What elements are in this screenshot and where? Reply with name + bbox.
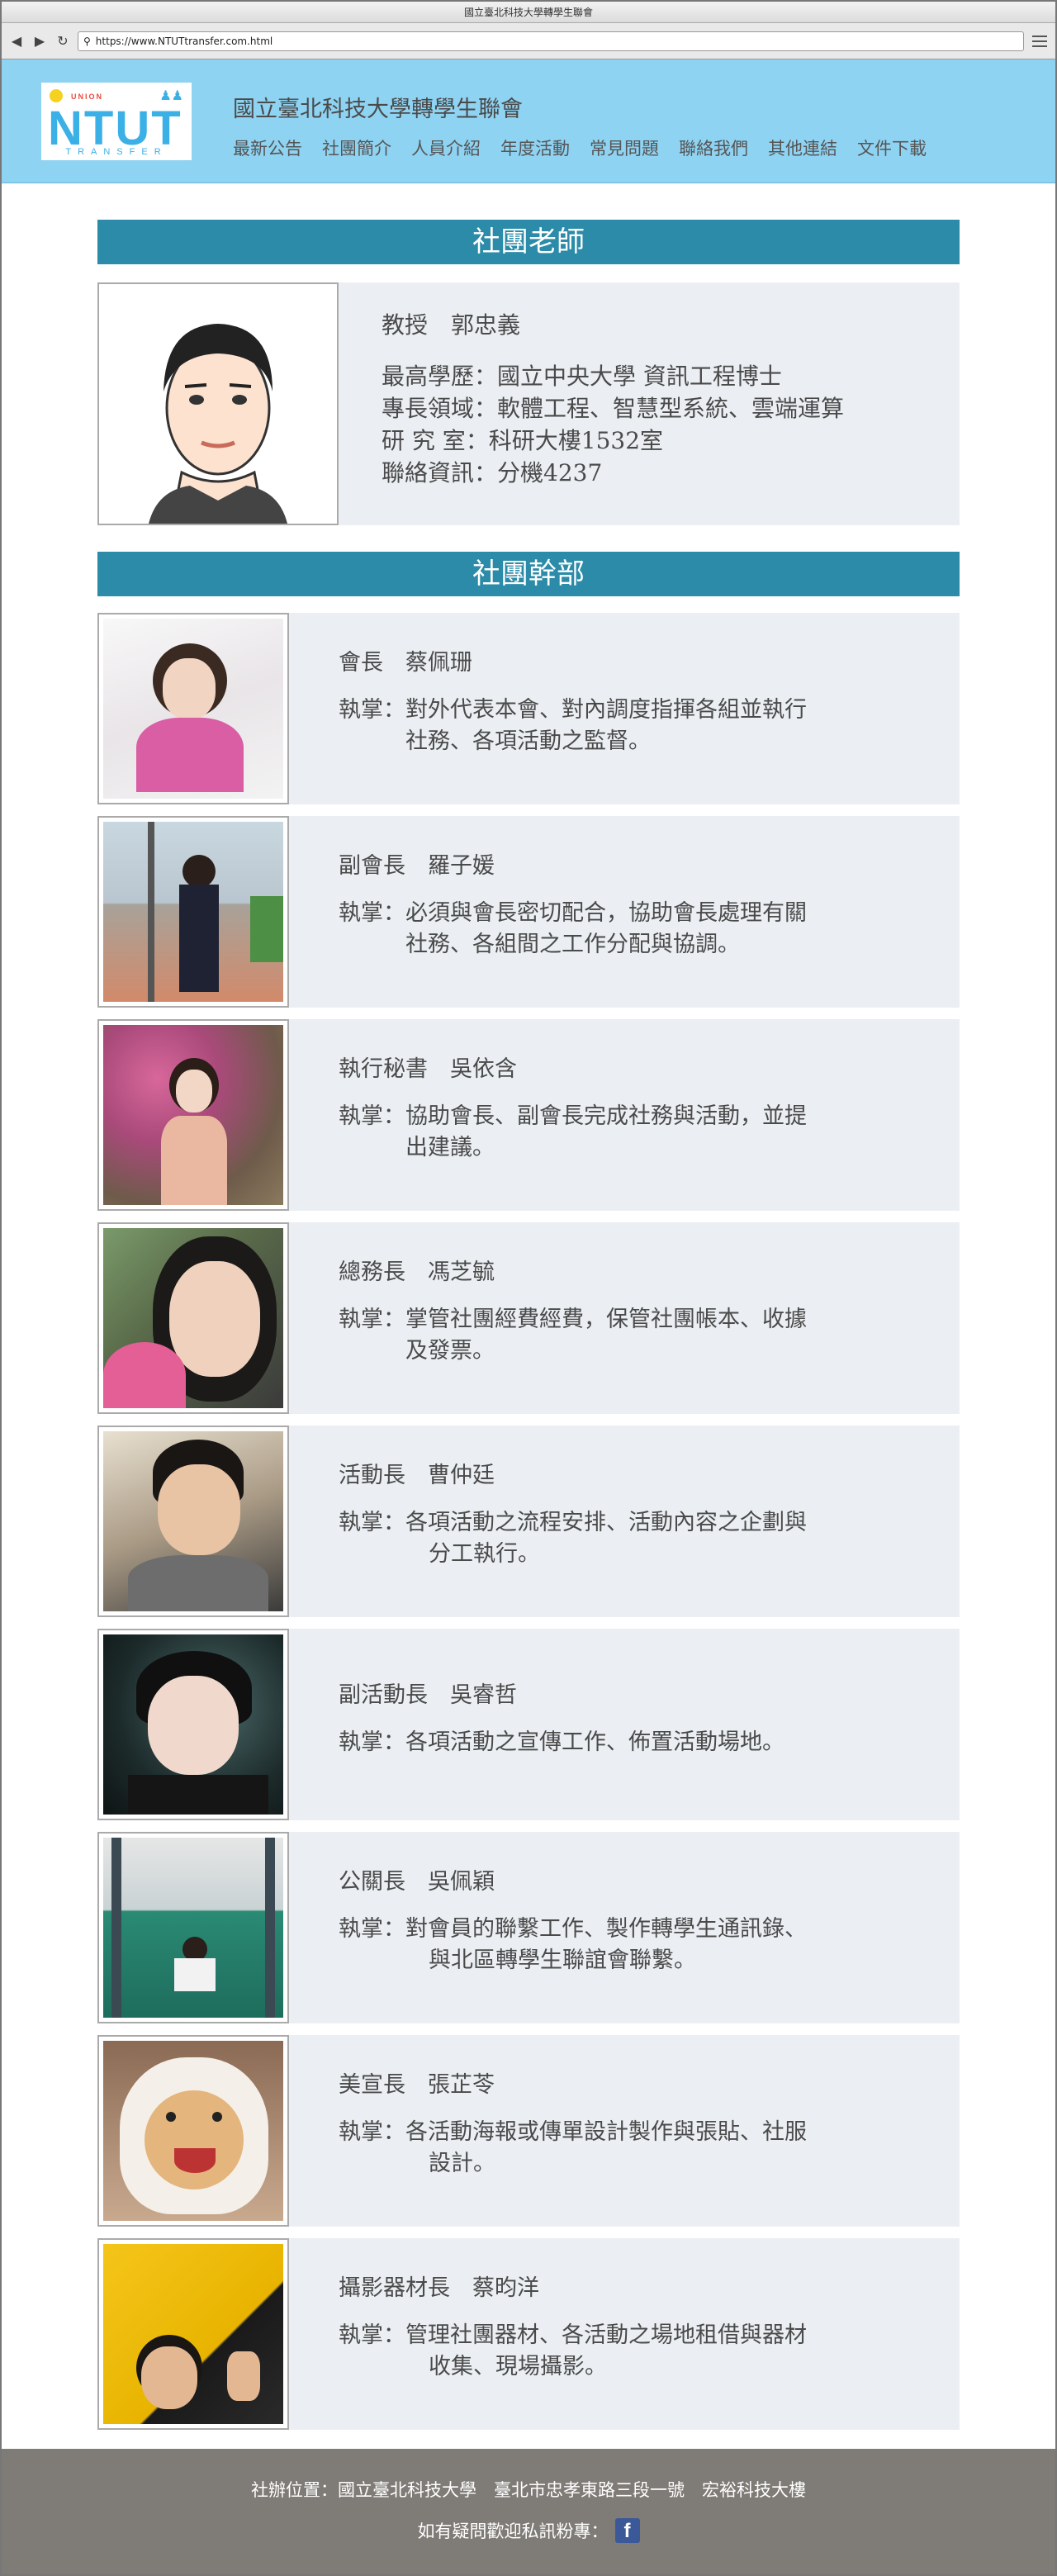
site-logo[interactable]: UNION ♟♟ NTUT TRANSFER — [41, 83, 192, 160]
duty-label: 執掌： — [339, 1307, 405, 1332]
duty-line-2: 社務、各組間之工作分配與協調。 — [405, 932, 740, 957]
facebook-icon[interactable]: f — [614, 2518, 640, 2543]
staff-photo — [97, 1019, 289, 1211]
duty-label: 執掌： — [339, 1103, 405, 1129]
teacher-expertise: 專長領域：軟體工程、智慧型系統、雲端運算 — [382, 395, 845, 422]
staff-card: 副會長 羅子媛 執掌： 必須與會長密切配合，協助會長處理有關 社務、各組間之工作分配與… — [97, 816, 960, 1008]
staff-card: 執行秘書 吳依含 執掌： 協助會長、副會長完成社務與活動，並提 出建議。 — [97, 1019, 960, 1211]
duty-line-2: 與北區轉學生聯誼會聯繫。 — [429, 1947, 696, 1973]
teacher-card: 教授 郭忠義 最高學歷：國立中央大學 資訊工程博士 專長領域：軟體工程、智慧型系… — [97, 282, 960, 525]
nav-item-contact[interactable]: 聯絡我們 — [679, 135, 748, 160]
logo-sub-text: TRANSFER — [65, 147, 168, 157]
nav-item-about[interactable]: 社團簡介 — [322, 135, 391, 160]
duty-line-1: 各活動海報或傳單設計製作與張貼、社服 — [405, 2119, 807, 2145]
staff-title: 會長 蔡佩珊 — [339, 650, 472, 676]
staff-card: 會長 蔡佩珊 執掌： 對外代表本會、對內調度指揮各組並執行 社務、各項活動之監督。 — [97, 613, 960, 804]
nav-item-events[interactable]: 年度活動 — [500, 135, 570, 160]
duty-label: 執掌： — [339, 2322, 405, 2348]
teacher-education: 最高學歷：國立中央大學 資訊工程博士 — [382, 363, 782, 390]
duty-label: 執掌： — [339, 697, 405, 723]
nav-item-members[interactable]: 人員介紹 — [411, 135, 481, 160]
main-content: 社團老師 教授 郭忠義 最高學歷：國立中央大學 資訊工程博士 專長領域：軟體工程… — [97, 183, 960, 2430]
staff-title: 副活動長 吳睿哲 — [339, 1682, 517, 1708]
duty-line-1: 對會員的聯繫工作、製作轉學生通訊錄、 — [405, 1916, 807, 1942]
reload-icon[interactable]: ↻ — [55, 33, 71, 50]
browser-toolbar: ◀ ▶ ↻ ⚲ https://www.NTUTtransfer.com.htm… — [2, 23, 1055, 59]
footer-contact: 如有疑問歡迎私訊粉專： f — [2, 2518, 1055, 2543]
teacher-info: 教授 郭忠義 最高學歷：國立中央大學 資訊工程博士 專長領域：軟體工程、智慧型系… — [339, 282, 844, 525]
site-footer: 社辦位置：國立臺北科技大學 臺北市忠孝東路三段一號 宏裕科技大樓 如有疑問歡迎私… — [2, 2449, 1055, 2574]
staff-photo — [97, 1222, 289, 1414]
staff-card: 活動長 曹仲廷 執掌： 各項活動之流程安排、活動內容之企劃與分工執行。 — [97, 1426, 960, 1617]
staff-photo — [97, 1426, 289, 1617]
staff-photo — [97, 1629, 289, 1820]
staff-list: 會長 蔡佩珊 執掌： 對外代表本會、對內調度指揮各組並執行 社務、各項活動之監督。 副… — [97, 613, 960, 2430]
staff-photo — [97, 613, 289, 804]
hamburger-menu-icon[interactable] — [1031, 33, 1049, 50]
duty-line-1: 對外代表本會、對內調度指揮各組並執行 — [405, 697, 807, 723]
staff-card: 副活動長 吳睿哲 執掌： 各項活動之宣傳工作、佈置活動場地。 — [97, 1629, 960, 1820]
staff-photo — [97, 1832, 289, 2023]
nav-item-links[interactable]: 其他連結 — [768, 135, 837, 160]
staff-title: 總務長 馮芝毓 — [339, 1260, 495, 1285]
url-text: https://www.NTUTtransfer.com.html — [95, 35, 273, 47]
forward-icon[interactable]: ▶ — [31, 33, 48, 50]
staff-card: 公關長 吳佩穎 執掌： 對會員的聯繫工作、製作轉學生通訊錄、與北區轉學生聯誼會聯繫。 — [97, 1832, 960, 2023]
duty-line-2: 設計。 — [429, 2151, 495, 2176]
footer-address: 社辦位置：國立臺北科技大學 臺北市忠孝東路三段一號 宏裕科技大樓 — [251, 2480, 806, 2500]
main-nav: 最新公告 社團簡介 人員介紹 年度活動 常見問題 聯絡我們 其他連結 文件下載 — [233, 135, 946, 160]
staff-card: 攝影器材長 蔡昀洋 執掌： 管理社團器材、各活動之場地租借與器材收集、現場攝影。 — [97, 2238, 960, 2430]
duty-label: 執掌： — [339, 2119, 405, 2145]
teacher-avatar — [97, 282, 339, 525]
duty-line-2: 社務、各項活動之監督。 — [405, 728, 651, 754]
staff-title: 公關長 吳佩穎 — [339, 1869, 495, 1895]
window-title: 國立臺北科技大學轉學生聯會 — [2, 2, 1055, 23]
site-title: 國立臺北科技大學轉學生聯會 — [233, 97, 523, 122]
teacher-contact: 聯絡資訊：分機4237 — [382, 459, 603, 486]
duty-line-1: 各項活動之流程安排、活動內容之企劃與 — [405, 1510, 807, 1535]
duty-line-2: 分工執行。 — [429, 1541, 540, 1567]
search-icon: ⚲ — [83, 35, 91, 47]
teacher-name: 教授 郭忠義 — [382, 311, 521, 339]
staff-title: 攝影器材長 蔡昀洋 — [339, 2275, 539, 2301]
staff-photo — [97, 816, 289, 1008]
staff-title: 副會長 羅子媛 — [339, 853, 495, 879]
staff-title: 活動長 曹仲廷 — [339, 1463, 495, 1488]
staff-card: 美宣長 張芷苓 執掌： 各活動海報或傳單設計製作與張貼、社服設計。 — [97, 2035, 960, 2227]
duty-label: 執掌： — [339, 900, 405, 926]
teacher-office: 研 究 室：科研大樓1532室 — [382, 427, 664, 454]
browser-window: 國立臺北科技大學轉學生聯會 ◀ ▶ ↻ ⚲ https://www.NTUTtr… — [0, 0, 1057, 2576]
nav-item-downloads[interactable]: 文件下載 — [857, 135, 927, 160]
duty-line-1: 各項活動之宣傳工作、佈置活動場地。 — [405, 1729, 784, 1755]
staff-photo — [97, 2238, 289, 2430]
duty-line-1: 必須與會長密切配合，協助會長處理有關 — [405, 900, 807, 926]
site-header: UNION ♟♟ NTUT TRANSFER 國立臺北科技大學轉學生聯會 最新公… — [2, 59, 1055, 183]
staff-title: 美宣長 張芷苓 — [339, 2072, 495, 2098]
logo-tiny-text: UNION — [71, 93, 103, 101]
duty-line-2: 及發票。 — [405, 1338, 495, 1364]
duty-label: 執掌： — [339, 1510, 405, 1535]
address-bar[interactable]: ⚲ https://www.NTUTtransfer.com.html — [78, 31, 1024, 51]
duty-line-2: 收集、現場攝影。 — [429, 2354, 607, 2379]
nav-item-news[interactable]: 最新公告 — [233, 135, 302, 160]
duty-line-1: 管理社團器材、各活動之場地租借與器材 — [405, 2322, 807, 2348]
staff-photo — [97, 2035, 289, 2227]
staff-card: 總務長 馮芝毓 執掌： 掌管社團經費經費，保管社團帳本、收據 及發票。 — [97, 1222, 960, 1414]
duty-label: 執掌： — [339, 1729, 405, 1755]
duty-label: 執掌： — [339, 1916, 405, 1942]
duty-line-1: 掌管社團經費經費，保管社團帳本、收據 — [405, 1307, 807, 1332]
nav-item-faq[interactable]: 常見問題 — [590, 135, 659, 160]
duty-line-2: 出建議。 — [405, 1135, 495, 1160]
teacher-section-heading: 社團老師 — [97, 220, 960, 264]
back-icon[interactable]: ◀ — [8, 33, 25, 50]
duty-line-1: 協助會長、副會長完成社務與活動，並提 — [405, 1103, 807, 1129]
staff-title: 執行秘書 吳依含 — [339, 1056, 517, 1082]
footer-contact-text: 如有疑問歡迎私訊粉專： — [417, 2521, 609, 2541]
staff-section-heading: 社團幹部 — [97, 552, 960, 596]
